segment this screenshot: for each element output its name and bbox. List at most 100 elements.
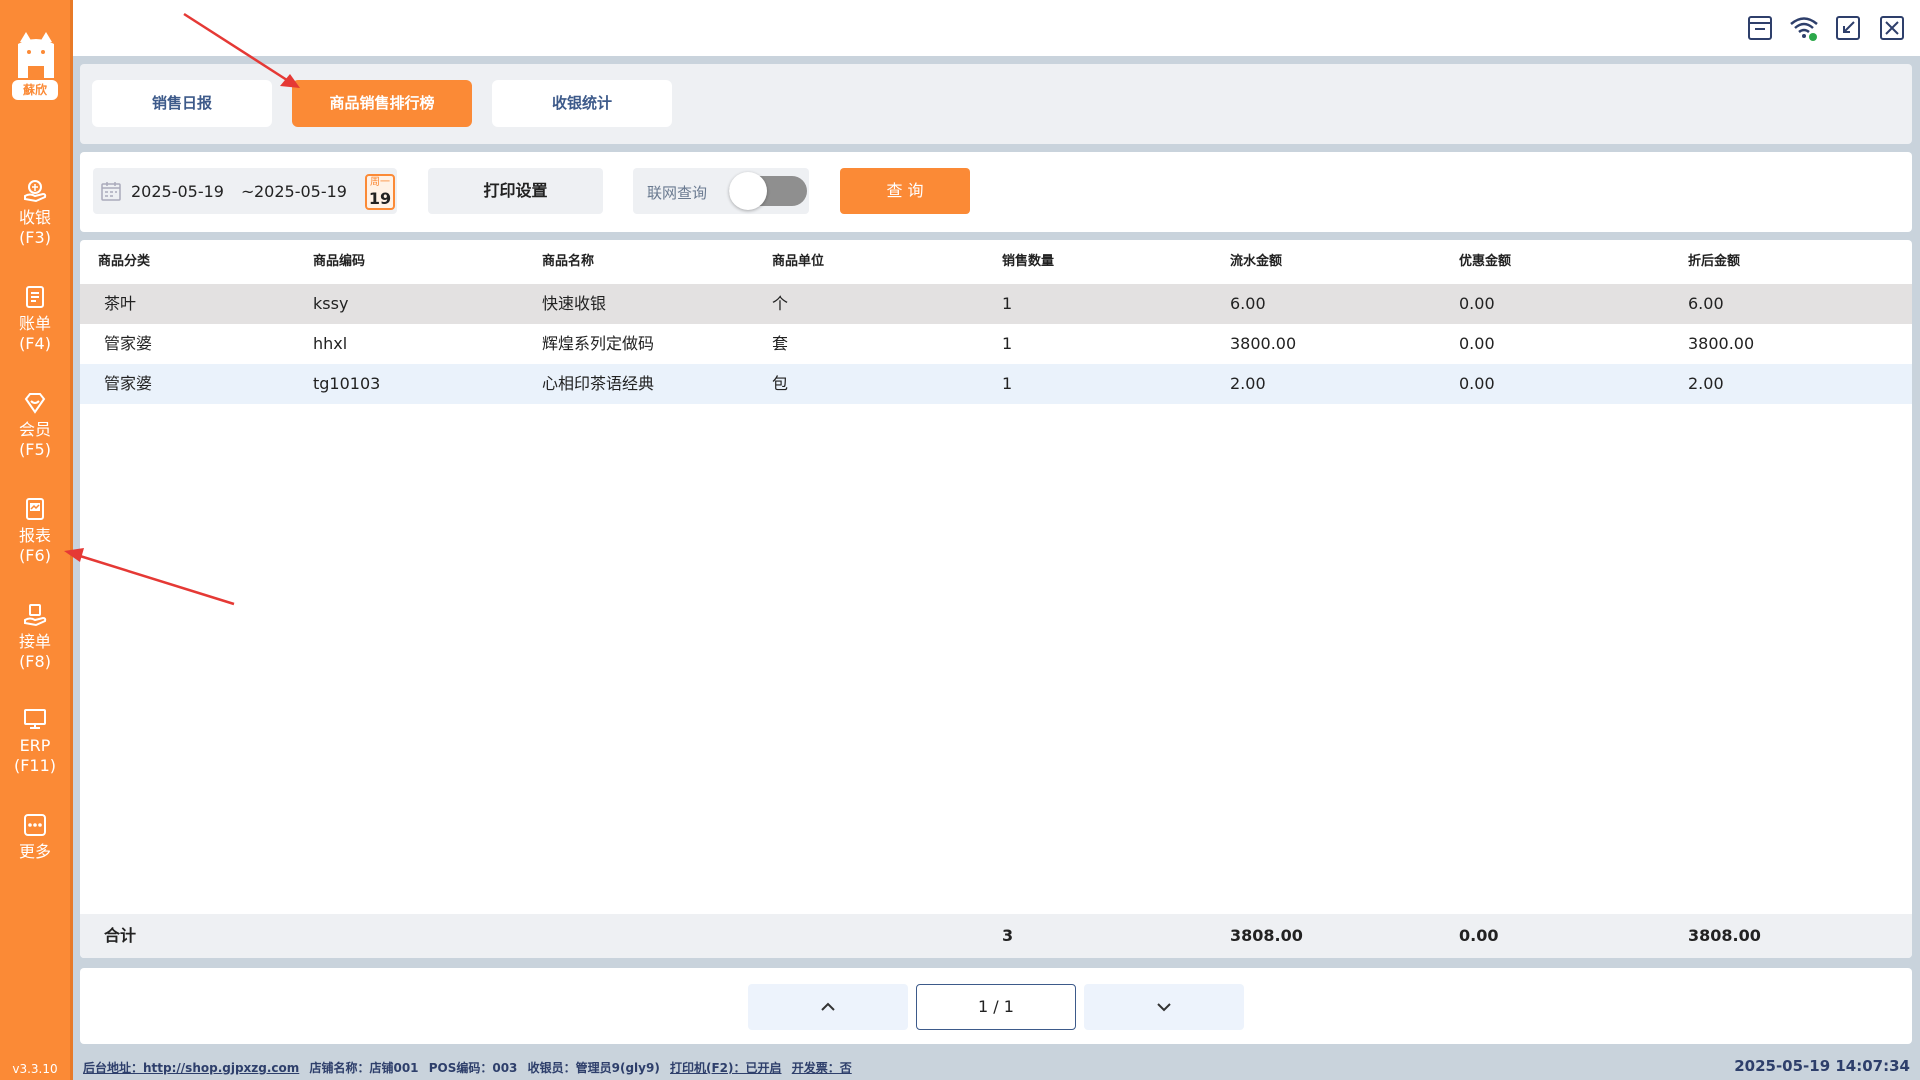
column-header[interactable]: 销售数量 xyxy=(1002,240,1054,284)
cell-discount: 0.00 xyxy=(1459,374,1495,393)
column-header[interactable]: 优惠金额 xyxy=(1459,240,1511,284)
cell-code: hhxl xyxy=(313,334,348,353)
query-button[interactable]: 查 询 xyxy=(840,168,970,214)
cell-net: 6.00 xyxy=(1688,294,1724,313)
status-datetime: 2025-05-19 14:07:34 xyxy=(1734,1057,1910,1075)
column-header[interactable]: 折后金额 xyxy=(1688,240,1740,284)
printer-status-link[interactable]: 打印机(F2)：已开启 xyxy=(670,1061,782,1075)
total-amount: 3808.00 xyxy=(1230,926,1303,945)
chevron-down-icon xyxy=(1157,1003,1171,1012)
more-icon xyxy=(22,812,48,838)
cell-unit: 个 xyxy=(772,294,789,313)
cell-name: 心相印茶语经典 xyxy=(542,374,655,393)
day-number: 19 xyxy=(368,189,392,208)
table-row[interactable]: 管家婆 tg10103 心相印茶语经典 包 1 2.00 0.00 2.00 xyxy=(80,364,1912,404)
sidebar: 蘇欣 收银 (F3) 账单 (F4) 会员 (F5) 报表 (F6) 接单 (F… xyxy=(0,0,73,1080)
tab-daily-sales[interactable]: 销售日报 xyxy=(92,80,272,127)
table-row[interactable]: 管家婆 hhxl 辉煌系列定做码 套 1 3800.00 0.00 3800.0… xyxy=(80,324,1912,364)
store-name: 店铺名称：店铺001 xyxy=(309,1061,419,1075)
shrink-icon[interactable] xyxy=(1832,12,1864,44)
online-query-label: 联网查询 xyxy=(647,184,708,202)
sidebar-item-more[interactable]: 更多 xyxy=(0,812,70,862)
column-header[interactable]: 商品单位 xyxy=(772,240,824,284)
ranking-table: 商品分类 商品编码 商品名称 商品单位 销售数量 流水金额 优惠金额 折后金额 … xyxy=(80,240,1912,958)
cell-name: 辉煌系列定做码 xyxy=(542,334,655,353)
cell-amount: 6.00 xyxy=(1230,294,1266,313)
sidebar-item-shortcut: (F6) xyxy=(19,546,51,565)
column-header[interactable]: 流水金额 xyxy=(1230,240,1282,284)
tab-product-ranking[interactable]: 商品销售排行榜 xyxy=(292,80,472,127)
app-version: v3.3.10 xyxy=(12,1062,58,1076)
erp-icon xyxy=(22,706,48,732)
tab-cashier-stats[interactable]: 收银统计 xyxy=(492,80,672,127)
cashier-name: 收银员：管理员9(gly9) xyxy=(527,1061,660,1075)
cell-category: 管家婆 xyxy=(104,334,153,353)
sidebar-item-order[interactable]: 接单 (F8) xyxy=(0,602,70,672)
date-start[interactable]: 2025-05-19 xyxy=(131,182,224,201)
pos-code: POS编码：003 xyxy=(428,1061,518,1075)
date-range-picker[interactable]: 2025-05-19 ~ 2025-05-19 周一 19 xyxy=(93,168,397,214)
sidebar-item-shortcut: (F3) xyxy=(19,228,51,247)
table-row[interactable]: 茶叶 kssy 快速收银 个 1 6.00 0.00 6.00 xyxy=(80,284,1912,324)
cashier-icon xyxy=(22,178,48,204)
column-header[interactable]: 商品编码 xyxy=(313,240,365,284)
sidebar-item-label: 更多 xyxy=(18,842,51,861)
cell-discount: 0.00 xyxy=(1459,334,1495,353)
sidebar-item-label: 收银 xyxy=(18,208,51,227)
online-query-toggle[interactable] xyxy=(729,172,807,210)
cell-net: 2.00 xyxy=(1688,374,1724,393)
cell-unit: 包 xyxy=(772,374,789,393)
wifi-icon[interactable] xyxy=(1788,12,1820,44)
report-tabs: 销售日报 商品销售排行榜 收银统计 xyxy=(80,64,1912,144)
total-net: 3808.00 xyxy=(1688,926,1761,945)
sidebar-item-shortcut: (F5) xyxy=(19,440,51,459)
report-icon xyxy=(22,496,48,522)
online-query-control: 联网查询 xyxy=(633,168,809,214)
total-label: 合计 xyxy=(104,926,137,945)
table-header: 商品分类 商品编码 商品名称 商品单位 销售数量 流水金额 优惠金额 折后金额 xyxy=(80,240,1912,284)
sidebar-item-member[interactable]: 会员 (F5) xyxy=(0,390,70,460)
close-icon[interactable] xyxy=(1876,12,1908,44)
weekday-badge: 周一 19 xyxy=(365,174,395,210)
cell-category: 管家婆 xyxy=(104,374,153,393)
total-row: 合计 3 3808.00 0.00 3808.00 xyxy=(80,914,1912,958)
sidebar-item-label: 会员 xyxy=(18,420,51,439)
prev-page-button[interactable] xyxy=(748,984,908,1030)
cell-discount: 0.00 xyxy=(1459,294,1495,313)
page-indicator: 1 / 1 xyxy=(916,984,1076,1030)
member-icon xyxy=(22,390,48,416)
cell-qty: 1 xyxy=(1002,294,1013,313)
cell-category: 茶叶 xyxy=(104,294,137,313)
cell-amount: 2.00 xyxy=(1230,374,1266,393)
print-settings-button[interactable]: 打印设置 xyxy=(428,168,603,214)
column-header[interactable]: 商品名称 xyxy=(542,240,594,284)
sidebar-item-shortcut: (F11) xyxy=(13,756,57,775)
sidebar-item-bill[interactable]: 账单 (F4) xyxy=(0,284,70,354)
sidebar-item-shortcut: (F4) xyxy=(19,334,51,353)
sidebar-item-label: ERP xyxy=(19,736,51,755)
weekday-label: 周一 xyxy=(370,177,390,188)
bill-icon xyxy=(22,284,48,310)
cell-code: kssy xyxy=(313,294,349,313)
column-header[interactable]: 商品分类 xyxy=(98,240,150,284)
sidebar-item-label: 报表 xyxy=(18,526,51,545)
top-bar xyxy=(73,0,1920,56)
date-separator: ~ xyxy=(241,182,255,201)
sidebar-item-label: 接单 xyxy=(18,632,51,651)
sidebar-item-cashier[interactable]: 收银 (F3) xyxy=(0,178,70,248)
invoice-status-link[interactable]: 开发票：否 xyxy=(792,1061,852,1075)
backend-url-link[interactable]: 后台地址：http://shop.gjpxzg.com xyxy=(83,1061,299,1075)
cell-qty: 1 xyxy=(1002,374,1013,393)
date-end[interactable]: 2025-05-19 xyxy=(254,182,347,201)
sidebar-item-shortcut: (F8) xyxy=(19,652,51,671)
total-qty: 3 xyxy=(1002,926,1014,945)
next-page-button[interactable] xyxy=(1084,984,1244,1030)
sidebar-item-report[interactable]: 报表 (F6) xyxy=(0,496,70,566)
cash-drawer-icon[interactable] xyxy=(1744,12,1776,44)
sidebar-item-erp[interactable]: ERP (F11) xyxy=(0,706,70,776)
calendar-icon xyxy=(101,182,121,201)
order-icon xyxy=(22,602,48,628)
sidebar-item-label: 账单 xyxy=(18,314,51,333)
cell-net: 3800.00 xyxy=(1688,334,1755,353)
cell-qty: 1 xyxy=(1002,334,1013,353)
